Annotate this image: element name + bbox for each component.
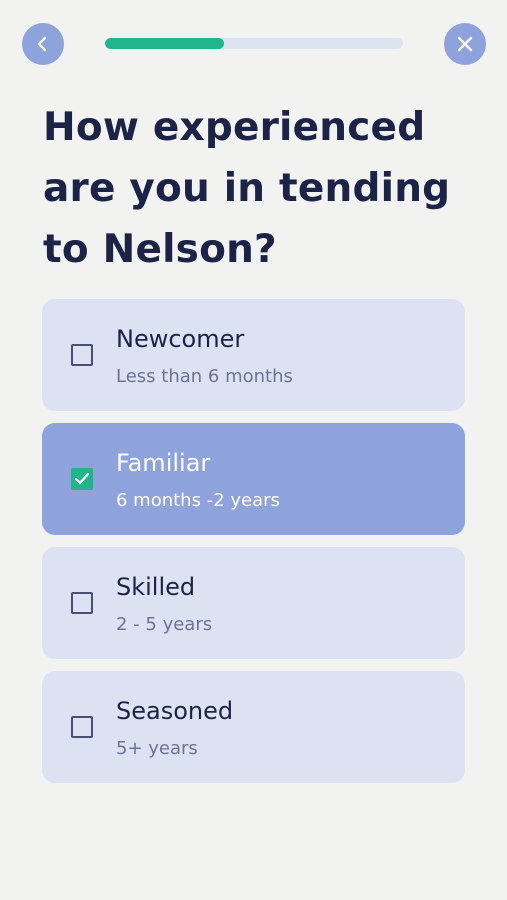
- option-newcomer[interactable]: Newcomer Less than 6 months: [42, 299, 465, 411]
- option-familiar[interactable]: Familiar 6 months -2 years: [42, 423, 465, 535]
- progress-fill: [105, 38, 225, 49]
- checkbox[interactable]: [71, 592, 93, 614]
- option-list: Newcomer Less than 6 months Familiar 6 m…: [42, 299, 465, 795]
- progress-bar: [105, 38, 403, 49]
- close-icon: [457, 36, 473, 52]
- option-label: Skilled: [116, 573, 196, 601]
- checkbox[interactable]: [71, 468, 93, 490]
- option-label: Newcomer: [116, 325, 245, 353]
- question-title: How experienced are you in tending to Ne…: [43, 105, 451, 272]
- option-seasoned[interactable]: Seasoned 5+ years: [42, 671, 465, 783]
- checkbox[interactable]: [71, 344, 93, 366]
- top-bar: [0, 0, 507, 90]
- checkbox[interactable]: [71, 716, 93, 738]
- close-button[interactable]: [444, 23, 486, 65]
- chevron-left-icon: [37, 36, 47, 52]
- option-sublabel: Less than 6 months: [116, 366, 293, 387]
- option-label: Seasoned: [116, 697, 234, 725]
- option-sublabel: 6 months -2 years: [116, 490, 280, 511]
- back-button[interactable]: [22, 23, 64, 65]
- option-sublabel: 2 - 5 years: [116, 614, 213, 635]
- option-skilled[interactable]: Skilled 2 - 5 years: [42, 547, 465, 659]
- option-sublabel: 5+ years: [116, 738, 198, 759]
- checkmark-icon: [74, 472, 90, 485]
- option-label: Familiar: [116, 449, 211, 477]
